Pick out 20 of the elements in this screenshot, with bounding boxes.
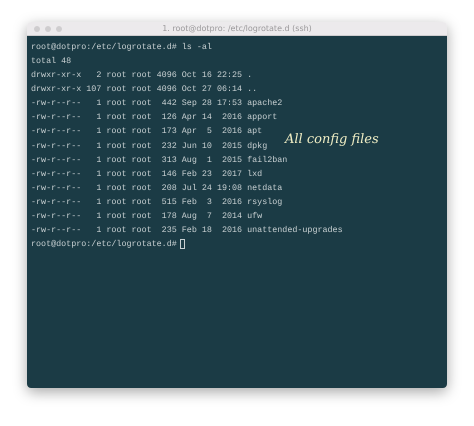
output-line: -rw-r--r-- 1 root root 442 Sep 28 17:53 apache2 (31, 97, 282, 110)
output-line: -rw-r--r-- 1 root root 146 Feb 23 2017 lxd (31, 168, 262, 181)
output-line: drwxr-xr-x 2 root root 4096 Oct 16 22:25 . (31, 69, 252, 82)
output-line: -rw-r--r-- 1 root root 178 Aug 7 2014 ufw (31, 210, 262, 224)
output-line: -rw-r--r-- 1 root root 208 Jul 24 19:08 netdata (31, 182, 282, 195)
annotation-text: All config files (285, 132, 379, 147)
output-line: -rw-r--r-- 1 root root 126 Apr 14 2016 apport (31, 111, 278, 124)
output-line: -rw-r--r-- 1 root root 515 Feb 3 2016 rsyslog (31, 196, 282, 209)
output-line: -rw-r--r-- 1 root root 232 Jun 10 2015 dpkg (31, 140, 268, 153)
output-line: total 48 (31, 55, 72, 68)
output-line: -rw-r--r-- 1 root root 235 Feb 18 2016 unattended-upgrades (31, 224, 343, 238)
prompt-text: root@dotpro:/etc/logrotate.d# (31, 238, 177, 252)
zoom-button[interactable] (56, 26, 62, 32)
window-title: 1. root@dotpro: /etc/logrotate.d (ssh) (162, 24, 312, 33)
close-button[interactable] (34, 26, 40, 32)
minimize-button[interactable] (45, 26, 51, 32)
output-line: -rw-r--r-- 1 root root 313 Aug 1 2015 fail2ban (31, 154, 288, 167)
output-line: drwxr-xr-x 107 root root 4096 Oct 27 06:14 .. (31, 83, 258, 96)
command-line: root@dotpro:/etc/logrotate.d# ls -al (31, 40, 212, 54)
output-line: -rw-r--r-- 1 root root 173 Apr 5 2016 apt (31, 125, 262, 138)
